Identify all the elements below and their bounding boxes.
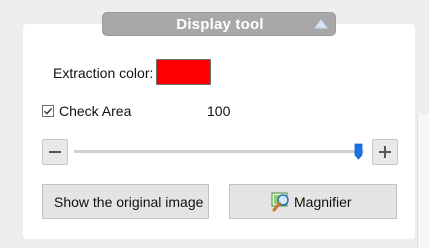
increment-button[interactable] bbox=[372, 139, 398, 165]
magnifier-icon bbox=[271, 191, 293, 213]
show-original-image-label: Show the original image bbox=[54, 194, 204, 210]
minus-icon bbox=[49, 151, 61, 153]
triangle-up-icon[interactable] bbox=[313, 17, 329, 31]
header-title: Display tool bbox=[176, 16, 264, 33]
check-area-slider[interactable] bbox=[74, 143, 364, 160]
check-area-checkbox[interactable] bbox=[42, 105, 54, 117]
plus-icon bbox=[379, 146, 391, 158]
check-area-value: 100 bbox=[207, 103, 231, 119]
slider-thumb[interactable] bbox=[354, 143, 363, 160]
slider-fill bbox=[74, 150, 358, 153]
magnifier-button[interactable]: Magnifier bbox=[229, 184, 397, 219]
check-area-label: Check Area bbox=[59, 103, 132, 119]
magnifier-label: Magnifier bbox=[294, 194, 352, 210]
decrement-button[interactable] bbox=[42, 139, 68, 165]
display-tool-header[interactable]: Display tool bbox=[102, 12, 336, 36]
show-original-image-button[interactable]: Show the original image bbox=[42, 184, 209, 219]
extraction-color-swatch[interactable] bbox=[156, 59, 211, 85]
extraction-color-label: Extraction color: bbox=[53, 65, 154, 81]
adjacent-panel-edge bbox=[417, 114, 429, 248]
